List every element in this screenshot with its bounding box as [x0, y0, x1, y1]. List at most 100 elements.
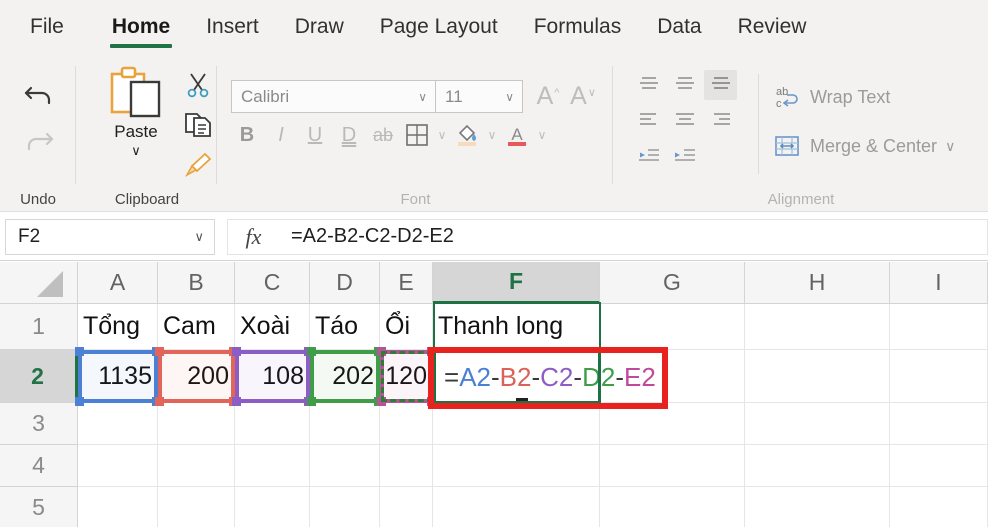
tab-review[interactable]: Review: [720, 0, 825, 54]
underline-button[interactable]: U: [298, 118, 332, 152]
cell-h2[interactable]: [745, 350, 890, 403]
align-left-button[interactable]: [632, 106, 665, 136]
cell-e5[interactable]: [380, 487, 433, 527]
cell-h4[interactable]: [745, 445, 890, 487]
cell-i2[interactable]: [890, 350, 988, 403]
align-right-button[interactable]: [704, 106, 737, 136]
row-header-2[interactable]: 2: [0, 350, 78, 403]
chevron-down-icon[interactable]: ∨: [484, 118, 500, 152]
cell-g3[interactable]: [600, 403, 745, 445]
cell-d1[interactable]: Táo: [310, 304, 380, 350]
cell-f1[interactable]: Thanh long: [433, 304, 600, 350]
cell-c5[interactable]: [235, 487, 310, 527]
cell-e3[interactable]: [380, 403, 433, 445]
cell-i3[interactable]: [890, 403, 988, 445]
chevron-down-icon[interactable]: ∨: [131, 144, 141, 157]
cell-b3[interactable]: [158, 403, 235, 445]
cell-g2[interactable]: [600, 350, 745, 403]
select-all-corner[interactable]: [0, 262, 78, 304]
borders-button[interactable]: [400, 118, 434, 152]
cell-d3[interactable]: [310, 403, 380, 445]
column-header-d[interactable]: D: [310, 262, 380, 304]
align-center-button[interactable]: [668, 106, 701, 136]
cell-g5[interactable]: [600, 487, 745, 527]
strikethrough-button[interactable]: ab: [366, 118, 400, 152]
double-underline-button[interactable]: D: [332, 118, 366, 152]
cell-d2[interactable]: 202: [310, 350, 380, 403]
cell-a4[interactable]: [78, 445, 158, 487]
cell-b5[interactable]: [158, 487, 235, 527]
bold-button[interactable]: B: [230, 118, 264, 152]
tab-file[interactable]: File: [0, 0, 94, 54]
cell-c1[interactable]: Xoài: [235, 304, 310, 350]
paste-button[interactable]: Paste ∨: [91, 64, 181, 157]
font-name-select[interactable]: Calibri ∨: [231, 80, 436, 113]
cell-c2[interactable]: 108: [235, 350, 310, 403]
cell-g1[interactable]: [600, 304, 745, 350]
cut-button[interactable]: [179, 68, 217, 102]
cell-a5[interactable]: [78, 487, 158, 527]
tab-data[interactable]: Data: [639, 0, 719, 54]
cell-h1[interactable]: [745, 304, 890, 350]
cell-a2[interactable]: 1135: [78, 350, 158, 403]
redo-button[interactable]: [18, 120, 60, 160]
chevron-down-icon[interactable]: ∨: [945, 138, 955, 155]
cell-e4[interactable]: [380, 445, 433, 487]
cell-c3[interactable]: [235, 403, 310, 445]
cell-c4[interactable]: [235, 445, 310, 487]
tab-home[interactable]: Home: [94, 0, 188, 54]
cell-f5[interactable]: [433, 487, 600, 527]
column-header-c[interactable]: C: [235, 262, 310, 304]
column-header-a[interactable]: A: [78, 262, 158, 304]
undo-button[interactable]: [18, 74, 60, 114]
cell-e2[interactable]: 120: [380, 350, 433, 403]
align-top-button[interactable]: [632, 70, 665, 100]
format-painter-button[interactable]: [179, 148, 217, 182]
cell-f2[interactable]: [433, 350, 600, 403]
column-header-b[interactable]: B: [158, 262, 235, 304]
cell-b1[interactable]: Cam: [158, 304, 235, 350]
row-header-1[interactable]: 1: [0, 304, 78, 350]
cell-d5[interactable]: [310, 487, 380, 527]
increase-font-size-button[interactable]: A ^: [531, 80, 565, 113]
column-header-g[interactable]: G: [600, 262, 745, 304]
cell-d4[interactable]: [310, 445, 380, 487]
row-header-4[interactable]: 4: [0, 445, 78, 487]
cell-g4[interactable]: [600, 445, 745, 487]
chevron-down-icon[interactable]: ∨: [534, 118, 550, 152]
cell-e1[interactable]: Ổi: [380, 304, 433, 350]
cell-i5[interactable]: [890, 487, 988, 527]
row-header-5[interactable]: 5: [0, 487, 78, 527]
row-header-3[interactable]: 3: [0, 403, 78, 445]
cell-h5[interactable]: [745, 487, 890, 527]
font-size-select[interactable]: 11 ∨: [436, 80, 523, 113]
cell-f4[interactable]: [433, 445, 600, 487]
align-middle-button[interactable]: [668, 70, 701, 100]
tab-page-layout[interactable]: Page Layout: [362, 0, 516, 54]
decrease-font-size-button[interactable]: A ∨: [566, 80, 600, 113]
italic-button[interactable]: I: [264, 118, 298, 152]
cell-i1[interactable]: [890, 304, 988, 350]
decrease-indent-button[interactable]: [632, 142, 665, 172]
cell-a3[interactable]: [78, 403, 158, 445]
font-color-button[interactable]: A: [500, 118, 534, 152]
cell-b4[interactable]: [158, 445, 235, 487]
name-box[interactable]: F2 ∨: [5, 218, 215, 255]
tab-insert[interactable]: Insert: [188, 0, 277, 54]
column-header-e[interactable]: E: [380, 262, 433, 304]
tab-formulas[interactable]: Formulas: [516, 0, 640, 54]
fill-color-button[interactable]: [450, 118, 484, 152]
chevron-down-icon[interactable]: ∨: [434, 118, 450, 152]
column-header-f[interactable]: F: [433, 262, 600, 304]
cell-i4[interactable]: [890, 445, 988, 487]
insert-function-button[interactable]: fx: [227, 218, 279, 255]
formula-input[interactable]: =A2-B2-C2-D2-E2: [279, 218, 988, 255]
column-header-i[interactable]: I: [890, 262, 988, 304]
cell-h3[interactable]: [745, 403, 890, 445]
copy-button[interactable]: [179, 108, 217, 142]
cell-a1[interactable]: Tổng: [78, 304, 158, 350]
wrap-text-button[interactable]: ab c Wrap Text: [774, 84, 890, 110]
align-bottom-button[interactable]: [704, 70, 737, 100]
cell-f3[interactable]: [433, 403, 600, 445]
column-header-h[interactable]: H: [745, 262, 890, 304]
